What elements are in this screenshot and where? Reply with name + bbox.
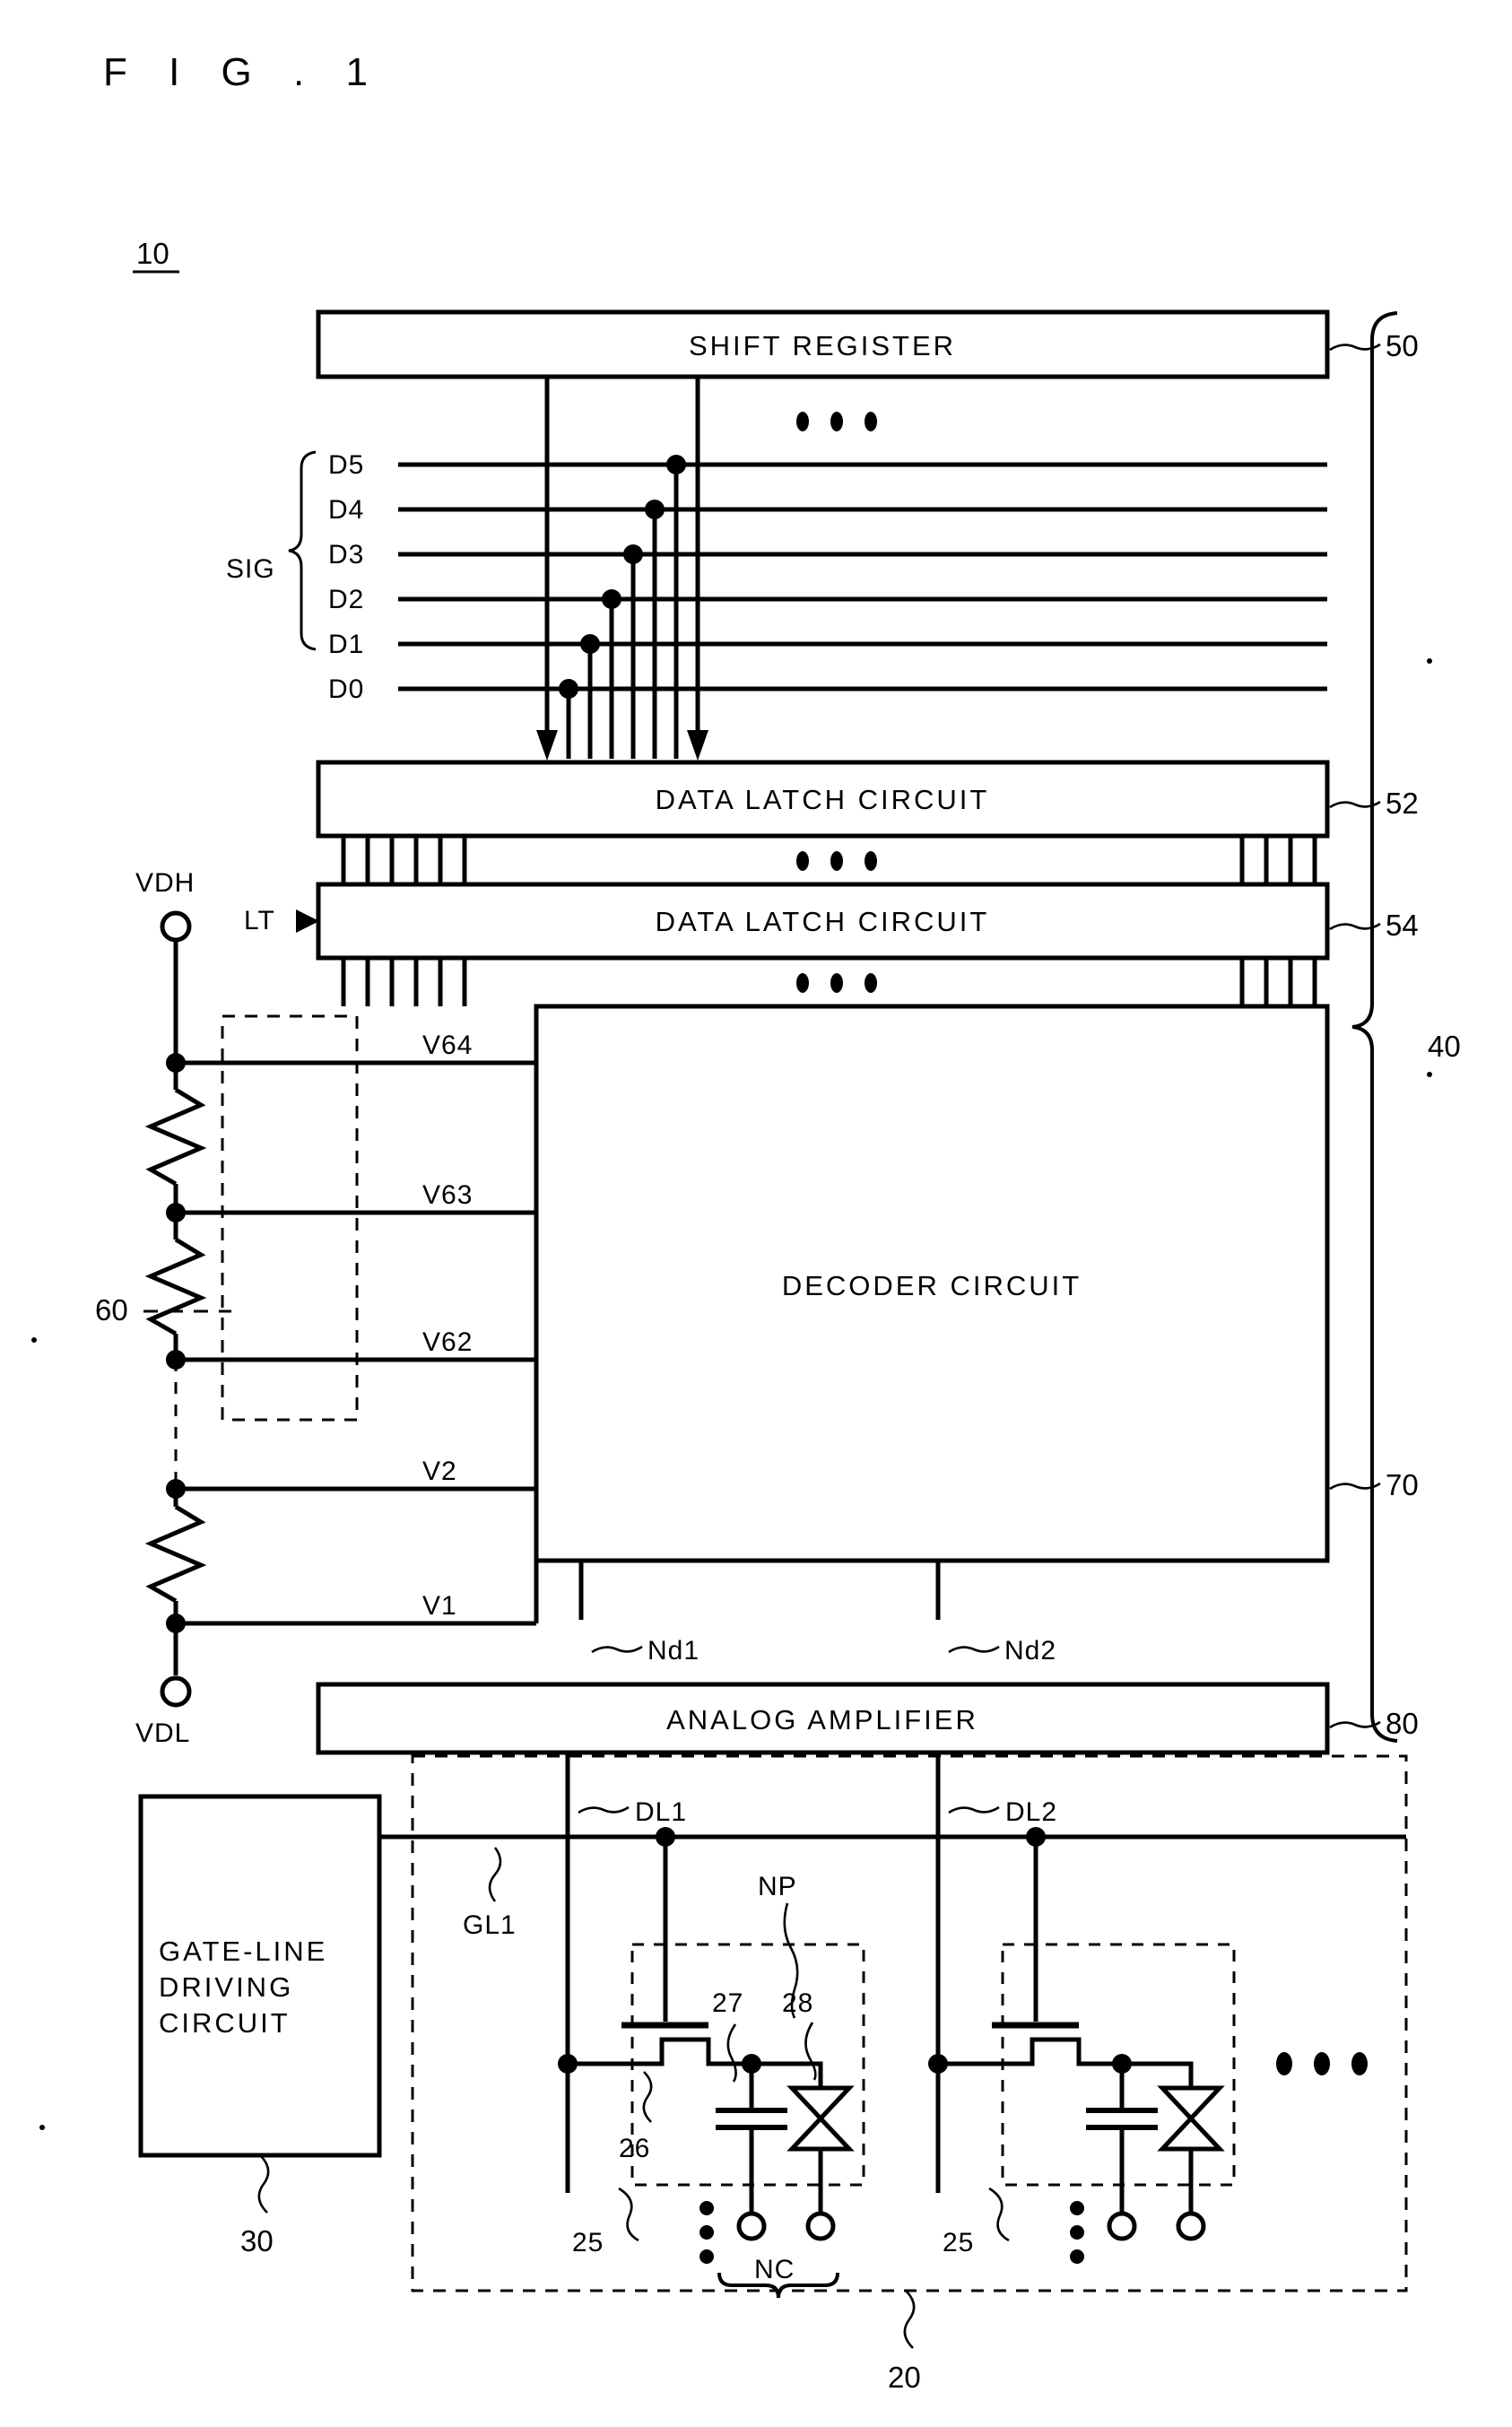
ref-25-pixel-2: 25 bbox=[943, 2228, 974, 2257]
ref-26: 26 bbox=[619, 2134, 650, 2163]
data-line-label-dl2: DL2 bbox=[1005, 1797, 1057, 1827]
figure-title: F I G . 1 bbox=[103, 50, 383, 94]
pixel-2-element-upper-tri bbox=[1157, 2085, 1225, 2122]
lt-signal-label: LT bbox=[244, 906, 275, 935]
node-label-np: NP bbox=[758, 1872, 797, 1901]
sig-group-label: SIG bbox=[226, 554, 275, 584]
scan-dot-3 bbox=[31, 1337, 37, 1343]
signal-label-d4: D4 bbox=[328, 495, 364, 525]
decoder-bus-ellipsis bbox=[796, 973, 877, 993]
figure-canvas: F I G . 1 10 SHIFT REGISTER 50 SIG D5 D4… bbox=[31, 50, 1461, 2394]
shift-register-label: SHIFT REGISTER bbox=[689, 330, 956, 361]
pixel-2-le-top-wire bbox=[1122, 2061, 1194, 2086]
pixel-1-element-lower-tri bbox=[786, 2115, 855, 2152]
pixel-1-element-upper-tri bbox=[786, 2085, 855, 2122]
ref-27: 27 bbox=[712, 1988, 743, 2018]
vdh-terminal bbox=[160, 910, 192, 943]
vdh-label: VDH bbox=[135, 868, 195, 898]
pixel-2-element-lower-tri bbox=[1157, 2115, 1225, 2152]
ref-52: 52 bbox=[1386, 787, 1419, 820]
pixel-2-le-terminal bbox=[1176, 2211, 1206, 2241]
pixel-2-tft-channel bbox=[938, 2037, 1122, 2066]
leader-28 bbox=[804, 2022, 817, 2081]
leader-26 bbox=[642, 2071, 653, 2123]
latch-decoder-bus bbox=[341, 958, 1317, 1006]
signal-label-d1: D1 bbox=[328, 630, 364, 659]
signal-label-d3: D3 bbox=[328, 540, 364, 570]
ref-30: 30 bbox=[240, 2224, 274, 2257]
tap-label-v2: V2 bbox=[422, 1457, 457, 1486]
sig-brace bbox=[288, 450, 317, 651]
leader-20 bbox=[903, 2290, 916, 2349]
data-line-label-dl1: DL1 bbox=[635, 1797, 687, 1827]
leader-30 bbox=[257, 2154, 270, 2214]
gate-driver-label-line1: GATE-LINE bbox=[159, 1936, 327, 1967]
pixel-1-le-top-wire bbox=[752, 2061, 823, 2086]
gate-driver-label-line3: CIRCUIT bbox=[159, 2007, 291, 2039]
data-latch-2-label: DATA LATCH CIRCUIT bbox=[656, 906, 990, 937]
pixel-1-cap-terminal bbox=[736, 2211, 767, 2241]
ref-28: 28 bbox=[782, 1988, 813, 2018]
pixel-1-gate-junction bbox=[558, 2054, 578, 2074]
pixel-cell-2: 25 bbox=[928, 1827, 1236, 2264]
gate-line-label-gl1: GL1 bbox=[463, 1910, 517, 1940]
latch-bus-ellipsis bbox=[796, 851, 877, 871]
ref-54: 54 bbox=[1386, 909, 1419, 942]
node-label-nc: NC bbox=[754, 2255, 795, 2284]
ref-20: 20 bbox=[888, 2361, 921, 2394]
vdl-terminal bbox=[160, 1675, 192, 1708]
pixel-1-tft-channel bbox=[568, 2037, 752, 2066]
gate-driver-label-line2: DRIVING bbox=[159, 1971, 293, 2003]
signal-label-d2: D2 bbox=[328, 585, 364, 614]
leader-dl1 bbox=[578, 1805, 630, 1814]
tap-label-v63: V63 bbox=[422, 1180, 473, 1210]
scan-dot-1 bbox=[1427, 658, 1432, 664]
leader-nd1 bbox=[591, 1645, 643, 1654]
sr-out-arrow-right bbox=[687, 730, 708, 761]
pixel-cell-1: 26 NP 27 28 25 NC bbox=[558, 1827, 865, 2299]
pixel-1-vertical-ellipsis bbox=[700, 2201, 714, 2264]
panel-right-ellipsis bbox=[1276, 2052, 1368, 2075]
pixel-2-vertical-ellipsis bbox=[1070, 2201, 1084, 2264]
decoder-circuit-label: DECODER CIRCUIT bbox=[782, 1270, 1082, 1301]
leader-25-2 bbox=[988, 2187, 1010, 2242]
pixel-2-gate-junction bbox=[928, 2054, 948, 2074]
leader-nd2 bbox=[948, 1645, 1000, 1654]
ref-50: 50 bbox=[1386, 329, 1419, 362]
tap-label-v1: V1 bbox=[422, 1591, 457, 1621]
patent-figure-sheet: F I G . 1 10 SHIFT REGISTER 50 SIG D5 D4… bbox=[0, 0, 1512, 2427]
node-label-nd1: Nd1 bbox=[647, 1636, 700, 1666]
signal-label-d0: D0 bbox=[328, 674, 364, 704]
signal-wires bbox=[398, 462, 1327, 692]
pixel-2-cap-terminal bbox=[1107, 2211, 1137, 2241]
source-driver-brace bbox=[1351, 311, 1398, 1743]
tap-label-v62: V62 bbox=[422, 1327, 473, 1357]
data-latch-1-label: DATA LATCH CIRCUIT bbox=[656, 784, 990, 815]
scan-dot-4 bbox=[39, 2125, 45, 2130]
device-ref-10: 10 bbox=[136, 237, 169, 270]
shift-register-ellipsis bbox=[796, 412, 877, 431]
leader-27 bbox=[726, 2023, 737, 2083]
ref-70: 70 bbox=[1386, 1468, 1419, 1501]
ref-40: 40 bbox=[1428, 1030, 1461, 1063]
ref-80: 80 bbox=[1386, 1707, 1419, 1740]
leader-dl2 bbox=[948, 1805, 1000, 1814]
scan-dot-2 bbox=[1427, 1072, 1432, 1077]
signal-junction-dots bbox=[559, 455, 686, 699]
node-label-nd2: Nd2 bbox=[1004, 1636, 1056, 1666]
leader-gl1 bbox=[488, 1847, 502, 1902]
pixel-1-le-terminal bbox=[805, 2211, 836, 2241]
vdl-label: VDL bbox=[135, 1718, 190, 1748]
gray-tap-wires bbox=[176, 1060, 536, 1626]
lt-arrow bbox=[296, 909, 319, 933]
tap-label-v64: V64 bbox=[422, 1031, 473, 1060]
sr-out-arrow-left bbox=[536, 730, 558, 761]
leader-25-1 bbox=[618, 2187, 639, 2242]
ref-60: 60 bbox=[95, 1293, 128, 1327]
latch-interconnect-bus bbox=[341, 836, 1317, 884]
analog-amplifier-label: ANALOG AMPLIFIER bbox=[666, 1704, 978, 1735]
signal-label-d5: D5 bbox=[328, 450, 364, 480]
ref-25-pixel-1: 25 bbox=[572, 2228, 604, 2257]
